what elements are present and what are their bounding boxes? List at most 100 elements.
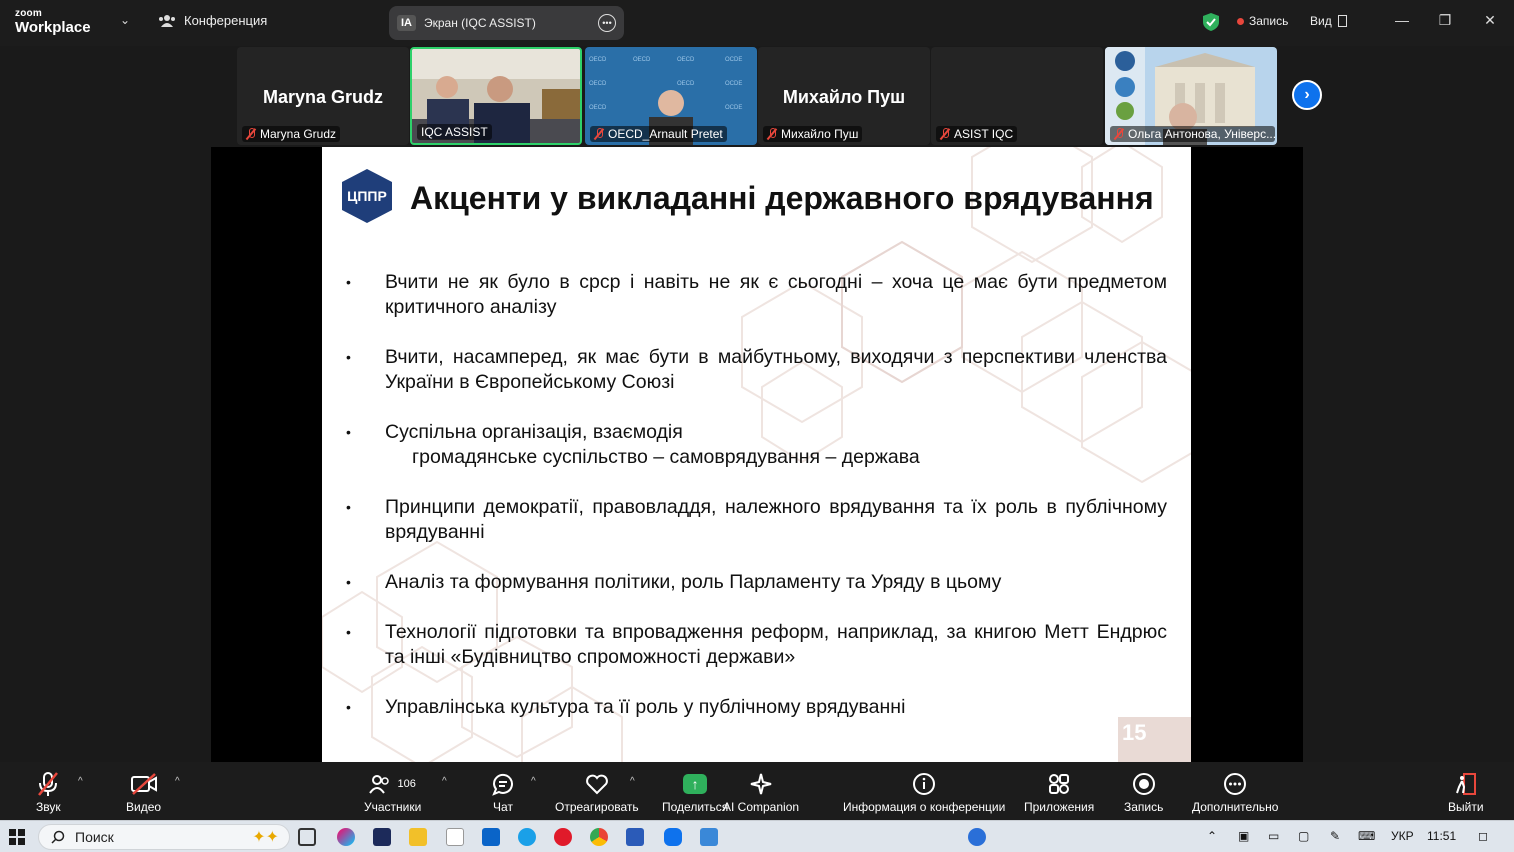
react-options-caret-icon[interactable]: ^: [630, 776, 635, 787]
svg-text:OECD: OECD: [677, 81, 695, 87]
participant-label: IQC ASSIST: [417, 124, 492, 140]
slide-bullet: Вчити, насамперед, як має бути в майбутн…: [344, 345, 1167, 395]
meeting-info-label: Информация о конференции: [843, 800, 1006, 814]
video-options-caret-icon[interactable]: ^: [175, 776, 180, 787]
participant-name: Ольга Антонова, Універс...: [1128, 127, 1275, 141]
meeting-info-button[interactable]: Информация о конференции: [843, 770, 1005, 814]
chat-button[interactable]: Чат: [491, 770, 515, 814]
close-icon[interactable]: ✕: [1480, 12, 1500, 29]
record-button[interactable]: Запись: [1124, 770, 1163, 814]
next-page-chevron-icon[interactable]: ›: [1292, 80, 1322, 110]
slide-bullet: Суспільна організація, взаємодія громадян…: [344, 420, 1167, 470]
help-tips-icon[interactable]: [968, 828, 986, 846]
participant-name: OECD_Arnault Pretet: [608, 127, 723, 141]
slide-page-number: 15: [1118, 717, 1191, 762]
svg-text:OECD: OECD: [589, 105, 607, 111]
search-highlight-icon: ✦✦: [252, 829, 279, 846]
zoom-app-icon[interactable]: [664, 828, 682, 846]
restore-icon[interactable]: ❐: [1435, 12, 1455, 29]
bullet-subtext: громадянське суспільство – самоврядуванн…: [412, 446, 920, 468]
participant-name: ASIST IQC: [954, 127, 1014, 141]
view-button[interactable]: Вид: [1310, 14, 1347, 28]
view-layout-icon: [1337, 15, 1347, 27]
ai-companion-button[interactable]: AI Companion: [723, 770, 799, 814]
bullet-text: Вчити не як було в срср і навіть не як є…: [385, 271, 1167, 318]
microphone-muted-icon: [38, 772, 59, 796]
svg-text:OECD: OECD: [633, 57, 651, 63]
conference-menu[interactable]: Конференция: [158, 13, 267, 28]
chevron-down-icon[interactable]: ⌄: [120, 13, 130, 27]
meeting-controls-toolbar: Звук ^ Видео ^ 106 Участники ^ Чат ^ Отр…: [0, 762, 1514, 820]
skype-icon[interactable]: [518, 828, 536, 846]
clock-time[interactable]: 11:51: [1427, 829, 1456, 843]
apps-icon: [1049, 774, 1070, 794]
ai-companion-label: AI Companion: [723, 800, 800, 814]
chat-options-caret-icon[interactable]: ^: [531, 776, 536, 787]
view-label: Вид: [1310, 14, 1332, 28]
photos-app-icon[interactable]: [700, 828, 718, 846]
bullet-text: Вчити, насамперед, як має бути в майбутн…: [385, 346, 1167, 393]
audio-button[interactable]: Звук: [36, 770, 61, 814]
leave-button[interactable]: Выйти: [1448, 770, 1484, 814]
encryption-shield-icon[interactable]: [1202, 12, 1220, 32]
participant-tile[interactable]: Maryna Grudz Maryna Grudz: [237, 47, 409, 145]
more-button[interactable]: Дополнительно: [1192, 770, 1278, 814]
slide-bullet-list: Вчити не як було в срср і навіть не як є…: [344, 270, 1167, 720]
meet-now-icon[interactable]: ▣: [1238, 829, 1249, 843]
more-label: Дополнительно: [1192, 800, 1279, 814]
display-icon[interactable]: ▢: [1298, 829, 1309, 843]
share-screen-button[interactable]: ↑ Поделиться: [662, 770, 728, 814]
taskbar-search-box[interactable]: Поиск ✦✦: [38, 824, 290, 850]
notifications-icon[interactable]: ◻: [1478, 829, 1488, 843]
recording-indicator[interactable]: Запись: [1237, 14, 1288, 28]
more-options-icon[interactable]: •••: [598, 14, 616, 32]
bullet-text: Управлінська культура та її роль у публі…: [385, 696, 906, 718]
participant-tile[interactable]: ASIST IQC: [931, 47, 1103, 145]
participants-button[interactable]: 106 Участники: [364, 770, 421, 814]
participant-label: ASIST IQC: [936, 126, 1018, 142]
screen-share-pill[interactable]: IA Экран (IQC ASSIST) •••: [389, 6, 624, 40]
zoom-workplace-logo[interactable]: zoom Workplace: [15, 8, 91, 36]
participant-tile[interactable]: Ольга Антонова, Універс...: [1105, 47, 1277, 145]
minimize-icon[interactable]: —: [1392, 12, 1412, 28]
show-hidden-icons-chevron-icon[interactable]: ⌃: [1207, 829, 1217, 843]
notepad-icon[interactable]: [446, 828, 464, 846]
cppr-logo-text: ЦППР: [347, 188, 387, 204]
search-icon: [51, 830, 65, 844]
video-button[interactable]: Видео: [126, 770, 161, 814]
participant-tile-active-speaker[interactable]: IQC ASSIST: [410, 47, 582, 145]
participant-tile[interactable]: OECD OECD OECD OCDE OECD OECD OCDE OECD OCDE O…: [585, 47, 757, 145]
video-label: Видео: [126, 800, 162, 814]
participant-big-name: Maryna Grudz: [262, 87, 384, 107]
windows-start-icon[interactable]: [9, 829, 25, 845]
input-language[interactable]: УКР: [1391, 829, 1414, 843]
mic-muted-icon: [940, 128, 950, 140]
outlook-icon[interactable]: [482, 828, 500, 846]
keyboard-icon[interactable]: ⌨: [1358, 829, 1375, 843]
opera-icon[interactable]: [554, 828, 572, 846]
file-explorer-icon[interactable]: [409, 828, 427, 846]
mic-muted-icon: [1114, 128, 1124, 140]
word-icon[interactable]: [626, 828, 644, 846]
slide-bullet: Вчити не як було в срср і навіть не як є…: [344, 270, 1167, 320]
terminal-app-icon[interactable]: [373, 828, 391, 846]
windows-taskbar: Поиск ✦✦ ⌃ ▣ ▭ ▢ ✎ ⌨ УКР 11:51 ◻: [0, 820, 1514, 852]
apps-label: Приложения: [1024, 800, 1095, 814]
task-view-icon[interactable]: [298, 828, 316, 846]
battery-icon[interactable]: ▭: [1268, 829, 1279, 843]
audio-options-caret-icon[interactable]: ^: [78, 776, 83, 787]
bullet-text: Технології підготовки та впровадження ре…: [385, 621, 1167, 668]
copilot-icon[interactable]: [337, 828, 355, 846]
presentation-slide: ЦППР Акценти у викладанні державного вря…: [322, 147, 1191, 762]
participant-tile[interactable]: Михайло Пуш Михайло Пуш: [758, 47, 930, 145]
participants-count: 106: [397, 778, 416, 790]
bullet-text: Суспільна організація, взаємодія: [385, 421, 683, 443]
react-button[interactable]: Отреагировать: [555, 770, 639, 814]
chrome-icon[interactable]: [590, 828, 608, 846]
apps-button[interactable]: Приложения: [1024, 770, 1094, 814]
screen-share-label: Экран (IQC ASSIST): [424, 16, 536, 30]
participants-options-caret-icon[interactable]: ^: [442, 776, 447, 787]
pen-icon[interactable]: ✎: [1330, 829, 1340, 843]
logo-small-text: zoom: [15, 8, 42, 19]
svg-text:OECD: OECD: [677, 57, 695, 63]
